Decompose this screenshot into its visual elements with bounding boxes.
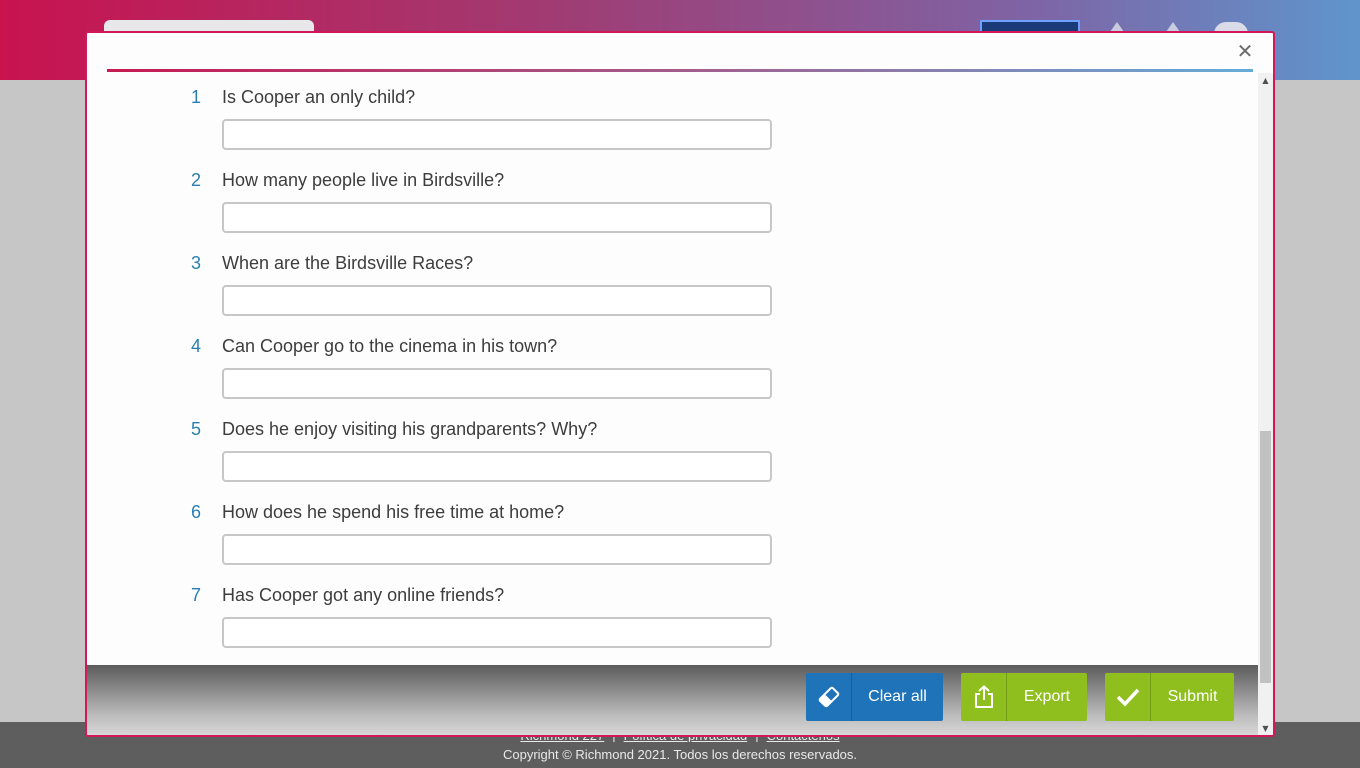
answer-input[interactable] [222,451,772,482]
scrollbar-thumb[interactable] [1260,431,1271,683]
export-label: Export [1023,688,1071,705]
question-number: 4 [190,336,201,356]
question-item: 1 Is Cooper an only child? [87,73,1258,156]
footer-copyright: Copyright © Richmond 2021. Todos los der… [502,747,858,762]
share-icon [961,673,1007,721]
exercise-modal: ✕ 1 Is Cooper an only child? 2 How many … [85,31,1275,737]
checkmark-icon [1105,673,1151,721]
answer-input[interactable] [222,285,772,316]
modal-divider [107,69,1253,72]
question-item: 7 Has Cooper got any online friends? [87,571,1258,654]
question-item: 3 When are the Birdsville Races? [87,239,1258,322]
question-number: 3 [190,253,201,273]
question-number: 5 [190,419,201,439]
question-text: Can Cooper go to the cinema in his town? [222,336,558,356]
question-number: 1 [190,87,201,107]
question-number: 2 [190,170,201,190]
clear-all-label: Clear all [868,688,927,705]
submit-label: Submit [1167,688,1218,705]
question-text: Is Cooper an only child? [222,87,416,107]
eraser-icon [806,673,852,721]
question-item: 6 How does he spend his free time at hom… [87,488,1258,571]
scroll-up-arrow-icon[interactable]: ▲ [1258,73,1273,89]
answer-input[interactable] [222,202,772,233]
question-item: 2 How many people live in Birdsville? [87,156,1258,239]
question-text: Does he enjoy visiting his grandparents?… [222,419,598,439]
scroll-down-arrow-icon[interactable]: ▼ [1258,721,1273,735]
action-bar: Clear all Export Submit [87,665,1258,735]
question-number: 6 [190,502,201,522]
question-text: How many people live in Birdsville? [222,170,505,190]
export-button[interactable]: Export [961,673,1087,721]
answer-input[interactable] [222,368,772,399]
questions-list: 1 Is Cooper an only child? 2 How many pe… [87,73,1258,665]
answer-input[interactable] [222,119,772,150]
answer-input[interactable] [222,617,772,648]
clear-all-button[interactable]: Clear all [806,673,943,721]
close-icon[interactable]: ✕ [1233,39,1257,63]
question-text: How does he spend his free time at home? [222,502,565,522]
question-text: When are the Birdsville Races? [222,253,474,273]
question-text: Has Cooper got any online friends? [222,585,505,605]
question-item: 4 Can Cooper go to the cinema in his tow… [87,322,1258,405]
modal-scrollbar[interactable]: ▲ ▼ [1258,73,1273,735]
question-number: 7 [190,585,201,605]
question-item: 5 Does he enjoy visiting his grandparent… [87,405,1258,488]
answer-input[interactable] [222,534,772,565]
submit-button[interactable]: Submit [1105,673,1234,721]
